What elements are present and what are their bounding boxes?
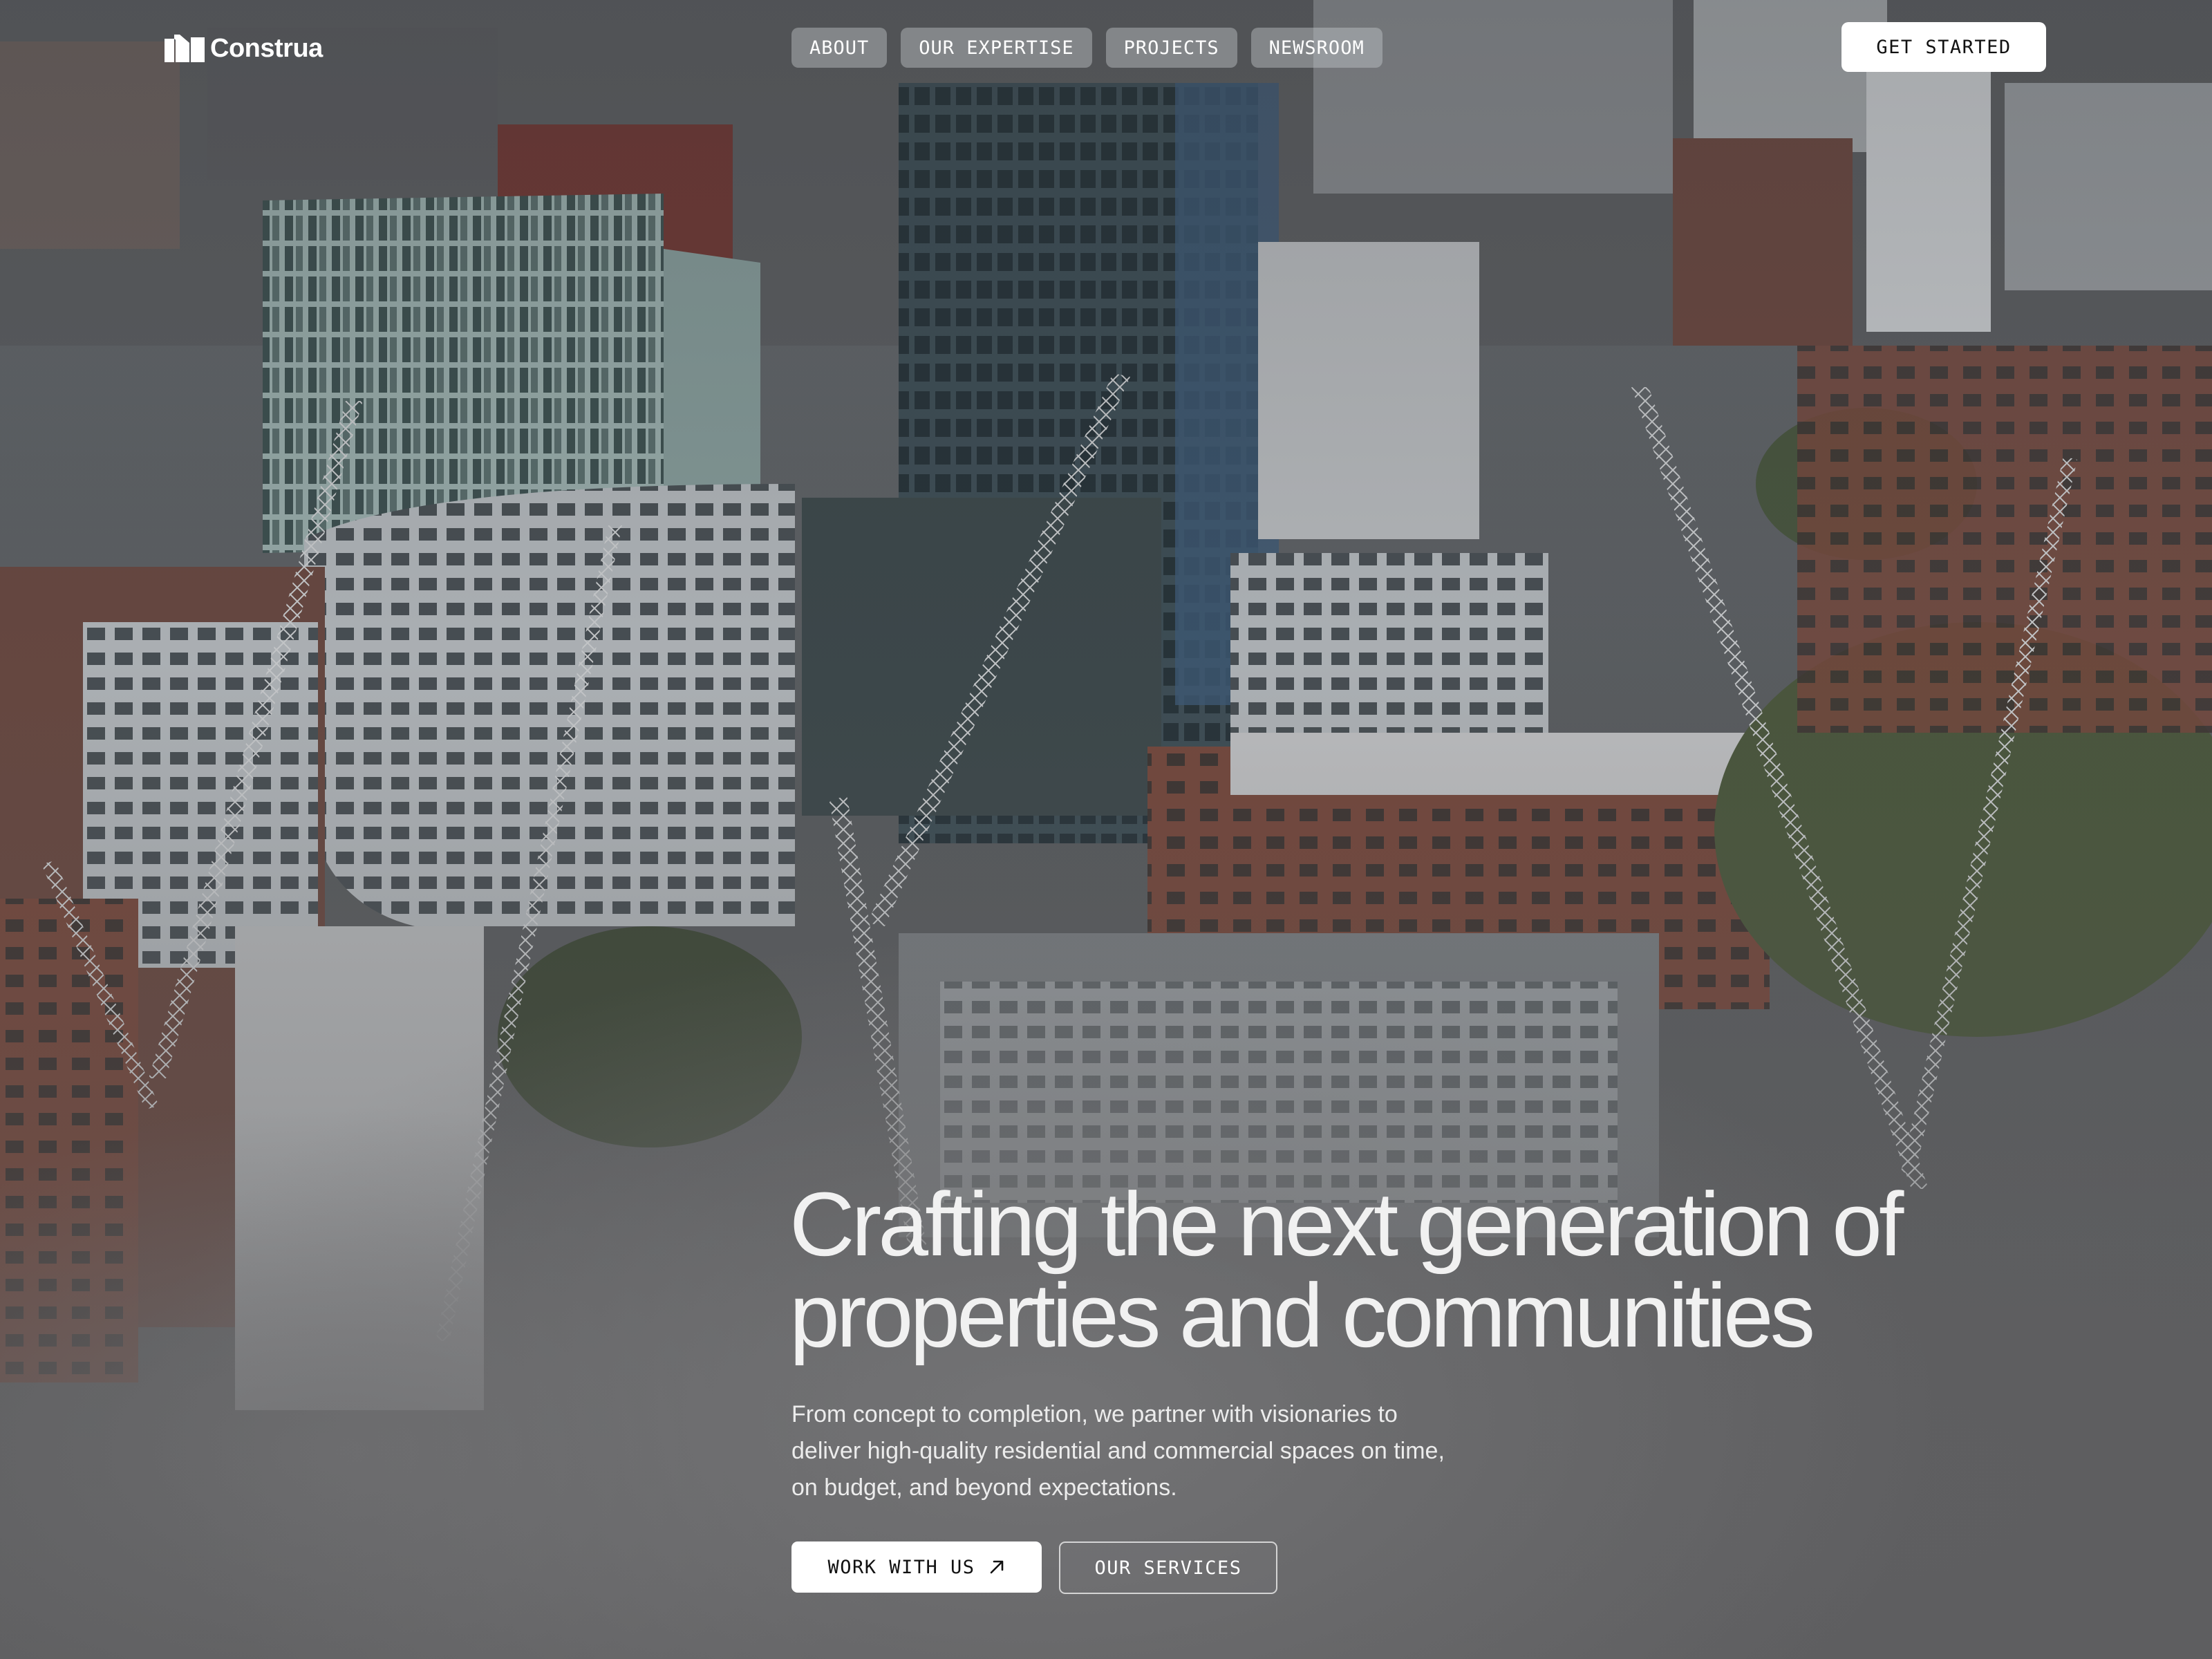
brand-logo[interactable]: Construa xyxy=(165,33,323,64)
get-started-button[interactable]: GET STARTED xyxy=(1841,22,2046,72)
construa-logo-mark-icon xyxy=(165,35,205,62)
work-with-us-button[interactable]: WORK WITH US xyxy=(791,1541,1042,1593)
hero-headline: Crafting the next generation of properti… xyxy=(789,1173,1904,1366)
brand-name: Construa xyxy=(210,33,323,63)
hero-cta-row: WORK WITH US OUR SERVICES xyxy=(791,1541,1277,1594)
nav-item-our-expertise[interactable]: OUR EXPERTISE xyxy=(901,28,1092,68)
nav-item-newsroom[interactable]: NEWSROOM xyxy=(1250,28,1382,68)
arrow-up-right-icon xyxy=(990,1560,1003,1574)
our-services-button[interactable]: OUR SERVICES xyxy=(1059,1541,1277,1594)
work-with-us-label: WORK WITH US xyxy=(827,1556,975,1578)
hero-subcopy: From concept to completion, we partner w… xyxy=(791,1401,1445,1501)
nav-item-about[interactable]: ABOUT xyxy=(791,28,888,68)
main-nav: ABOUT OUR EXPERTISE PROJECTS NEWSROOM xyxy=(791,28,1382,68)
nav-item-projects[interactable]: PROJECTS xyxy=(1105,28,1237,68)
